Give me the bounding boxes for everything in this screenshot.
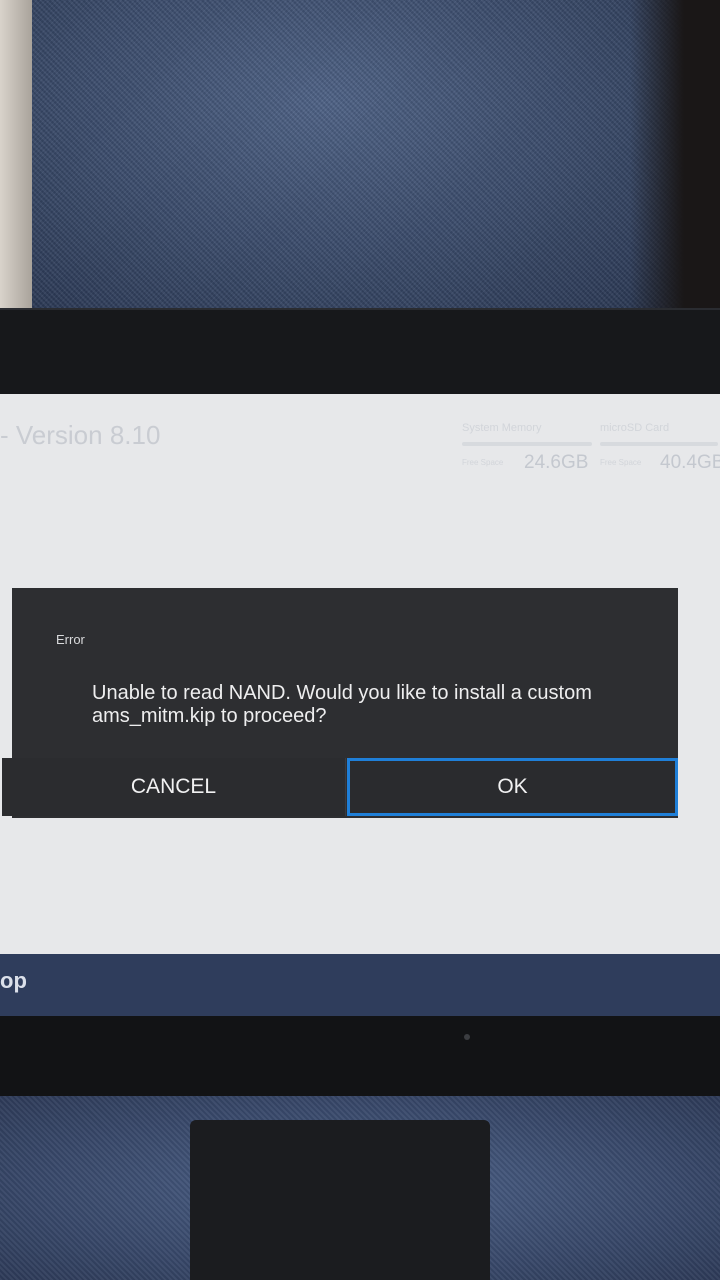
dock-stand — [190, 1120, 490, 1280]
dialog-message: Unable to read NAND. Would you like to i… — [92, 682, 592, 727]
system-settings-header: - Version 8.10 System Memory Free Space … — [0, 394, 720, 486]
microsd-bar — [600, 442, 718, 446]
shadow-corner — [630, 0, 720, 330]
cancel-button[interactable]: CANCEL — [2, 758, 346, 816]
ok-button[interactable]: OK — [347, 758, 678, 816]
photo-scene: - Version 8.10 System Memory Free Space … — [0, 0, 720, 1280]
system-memory-free-label: Free Space — [462, 458, 504, 467]
bottom-bar-label: op — [0, 968, 27, 993]
bezel-sensor — [464, 1034, 470, 1040]
bottom-bar: op — [0, 954, 720, 1016]
microsd-value: 40.4GB — [660, 452, 720, 473]
wall-edge — [0, 0, 32, 330]
microsd-free-label: Free Space — [600, 458, 642, 467]
microsd-label: microSD Card — [600, 422, 670, 434]
version-label: - Version 8.10 — [0, 420, 161, 450]
system-memory-label: System Memory — [462, 422, 542, 434]
error-dialog: Error Unable to read NAND. Would you lik… — [2, 588, 678, 818]
dialog-title: Error — [56, 632, 85, 647]
system-memory-bar — [462, 442, 592, 446]
denim-background — [0, 0, 720, 340]
system-memory-value: 24.6GB — [524, 452, 589, 473]
console-bezel — [0, 1016, 720, 1106]
